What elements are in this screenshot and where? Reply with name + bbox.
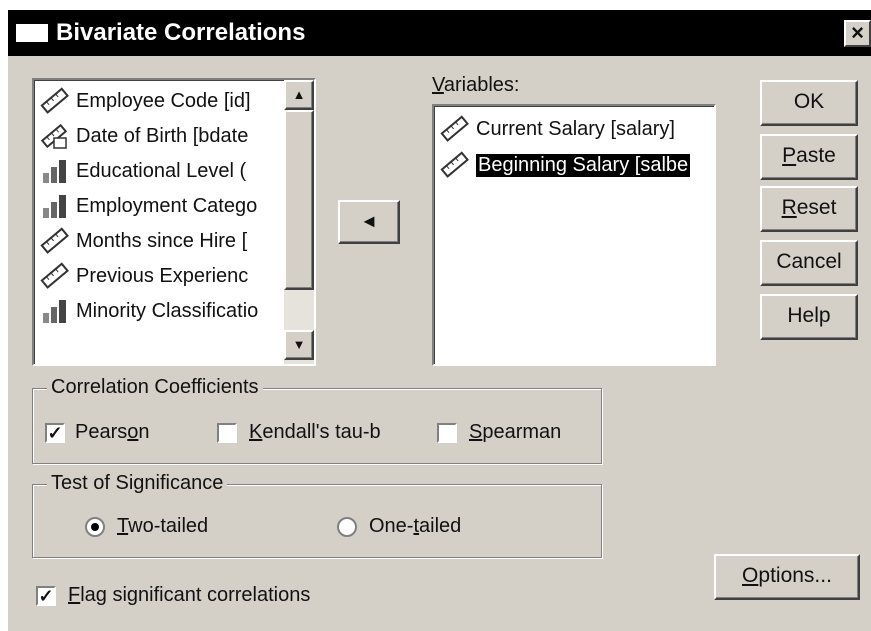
ruler-icon <box>440 115 470 143</box>
pearson-checkbox[interactable]: ✓ <box>45 423 65 443</box>
flag-significant-label[interactable]: Flag significant correlations <box>68 584 310 607</box>
spearman-label[interactable]: Spearman <box>469 421 561 444</box>
source-variable-item-label: Date of Birth [bdate <box>76 124 249 147</box>
source-variable-item-label: Months since Hire [ <box>76 229 248 252</box>
window-icon <box>16 24 48 42</box>
source-variable-item[interactable]: Previous Experienc <box>40 259 248 293</box>
date-icon <box>40 122 70 150</box>
scroll-up-button[interactable]: ▲ <box>284 80 314 110</box>
selected-variable-item-label: Beginning Salary [salbe <box>476 153 691 177</box>
flag-significant-checkbox[interactable]: ✓ <box>36 586 56 606</box>
help-button[interactable]: Help <box>760 294 858 340</box>
move-variable-button[interactable]: ◄ <box>338 200 400 244</box>
selected-variable-item[interactable]: Current Salary [salary] <box>440 112 675 146</box>
source-variable-item[interactable]: Employment Catego <box>40 189 257 223</box>
scroll-down-icon: ▼ <box>292 337 306 352</box>
one-tailed-label[interactable]: One-tailed <box>369 515 461 538</box>
selected-variable-item[interactable]: Beginning Salary [salbe <box>440 148 691 182</box>
source-variable-item[interactable]: Employee Code [id] <box>40 84 251 118</box>
correlation-coefficients-group: Correlation Coefficients ✓ Pearson Kenda… <box>32 376 602 464</box>
source-variable-item-label: Educational Level ( <box>76 159 247 182</box>
ruler-icon <box>40 227 70 255</box>
source-variable-item[interactable]: Date of Birth [bdate <box>40 119 248 153</box>
window-title: Bivariate Correlations <box>56 19 306 46</box>
selected-variable-item-label: Current Salary [salary] <box>476 117 675 140</box>
ruler-icon <box>40 262 70 290</box>
source-variable-item[interactable]: Months since Hire [ <box>40 224 247 258</box>
bivariate-correlations-dialog: Bivariate Correlations × Employee Code [… <box>8 10 871 631</box>
source-variable-item-label: Minority Classificatio <box>76 299 259 322</box>
kendall-checkbox[interactable] <box>217 423 237 443</box>
reset-button[interactable]: Reset <box>760 186 858 232</box>
check-icon: ✓ <box>47 423 63 443</box>
source-variable-item-label: Employee Code [id] <box>76 89 251 112</box>
bar-chart-icon <box>40 297 70 325</box>
kendall-label[interactable]: Kendall's tau-b <box>249 421 381 444</box>
source-variable-item[interactable]: Minority Classificatio <box>40 294 258 328</box>
source-variable-item-label: Previous Experienc <box>76 264 249 287</box>
scroll-thumb[interactable] <box>284 110 314 290</box>
pearson-label[interactable]: Pearson <box>75 421 150 444</box>
close-button[interactable]: × <box>844 20 871 47</box>
correlation-coefficients-legend: Correlation Coefficients <box>47 376 263 399</box>
two-tailed-radio[interactable] <box>85 517 105 537</box>
source-variable-item[interactable]: Educational Level ( <box>40 154 246 188</box>
ok-button[interactable]: OK <box>760 80 858 126</box>
options-button[interactable]: Options... <box>714 554 860 600</box>
two-tailed-label[interactable]: Two-tailed <box>117 515 208 538</box>
radio-dot <box>91 523 99 531</box>
bar-chart-icon <box>40 157 70 185</box>
spearman-checkbox[interactable] <box>437 423 457 443</box>
list-scrollbar[interactable]: ▲ ▼ <box>284 80 314 364</box>
source-variable-item-label: Employment Catego <box>76 194 258 217</box>
test-of-significance-group: Test of Significance Two-tailed One-tail… <box>32 472 602 558</box>
ruler-icon <box>440 151 470 179</box>
one-tailed-radio[interactable] <box>337 517 357 537</box>
scroll-down-button[interactable]: ▼ <box>284 330 314 360</box>
arrow-left-icon: ◄ <box>360 211 378 231</box>
paste-button[interactable]: Paste <box>760 134 858 180</box>
ruler-icon <box>40 87 70 115</box>
scroll-up-icon: ▲ <box>292 87 306 102</box>
cancel-button[interactable]: Cancel <box>760 240 858 286</box>
variables-label: Variables: <box>432 74 520 96</box>
bar-chart-icon <box>40 192 70 220</box>
variables-list[interactable]: Current Salary [salary] Beginning Salary … <box>432 104 716 366</box>
check-icon: ✓ <box>38 586 54 606</box>
source-variable-list[interactable]: Employee Code [id] Date of Birth [bdate Ed… <box>32 78 316 366</box>
test-of-significance-legend: Test of Significance <box>47 472 228 495</box>
title-bar[interactable]: Bivariate Correlations × <box>8 10 871 56</box>
